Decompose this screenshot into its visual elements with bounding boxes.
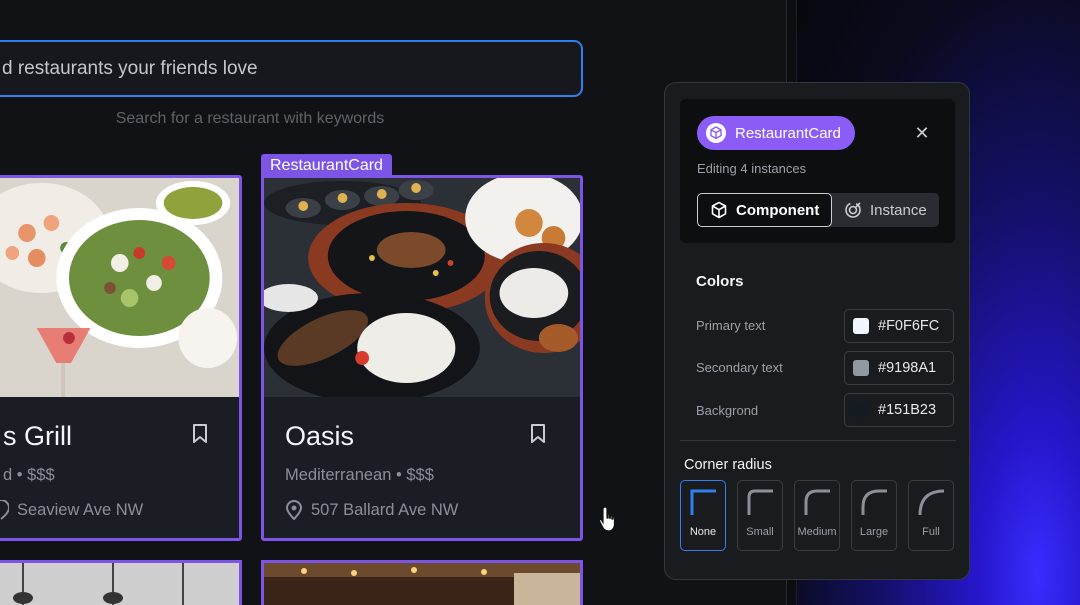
restaurant-card[interactable] [261,560,583,605]
bookmark-icon[interactable] [192,424,208,444]
segment-component[interactable]: Component [697,193,832,227]
radius-option-label: Medium [797,526,837,538]
editing-instances-text: Editing 4 instances [697,161,807,176]
card-subtitle: Mediterranean • $$$ [285,466,434,484]
radius-option-medium[interactable]: Medium [794,480,840,551]
card-subtitle: d • $$$ [3,466,55,484]
color-value: #9198A1 [878,360,937,376]
card-title: Oasis [285,421,355,451]
segment-component-label: Component [736,201,820,219]
primary-text-color-field[interactable]: #F0F6FC [844,309,954,343]
segment-instance[interactable]: Instance [832,193,939,227]
colors-section-title: Colors [696,273,744,290]
segment-instance-label: Instance [870,201,927,219]
color-swatch [853,360,869,376]
radius-full-icon [918,489,945,516]
restaurant-card[interactable]: s Grill d • $$$ Seaview Ave NW [0,175,242,541]
color-label-secondary: Secondary text [696,360,783,375]
radius-option-full[interactable]: Full [908,480,954,551]
color-label-background: Backgrond [696,403,759,418]
restaurant-photo [264,563,580,605]
radius-medium-icon [804,489,830,515]
radius-small-icon [747,489,773,515]
radius-option-label: Small [746,526,774,538]
card-title: s Grill [3,421,72,451]
close-icon[interactable]: ✕ [913,124,931,142]
panel-header: RestaurantCard ✕ Editing 4 instances Com… [680,99,955,243]
background-color-field[interactable]: #151B23 [844,393,954,427]
color-swatch [853,318,869,334]
card-address-row: Seaview Ave NW [0,500,143,520]
radius-option-small[interactable]: Small [737,480,783,551]
component-cube-icon [706,123,726,143]
bookmark-icon[interactable] [530,424,546,444]
color-label-primary: Primary text [696,318,766,333]
component-cube-icon [711,201,727,219]
restaurant-photo [264,178,580,397]
restaurant-photo [0,178,239,397]
color-value: #151B23 [878,402,937,418]
radius-option-label: Full [922,526,940,538]
location-pin-icon [0,500,9,520]
radius-option-large[interactable]: Large [851,480,897,551]
corner-radius-options: None Small Medium Large Full [680,480,956,552]
search-input[interactable]: d restaurants your friends love [0,40,583,97]
radius-option-none[interactable]: None [680,480,726,551]
radius-option-label: None [689,526,717,538]
radius-none-icon [690,489,716,515]
component-name: RestaurantCard [735,124,841,142]
secondary-text-color-field[interactable]: #9198A1 [844,351,954,385]
location-pin-icon [285,500,303,520]
color-value: #F0F6FC [878,318,940,334]
instance-target-icon [845,202,861,218]
color-swatch [853,402,869,418]
search-input-value: d restaurants your friends love [2,57,258,79]
section-divider [680,440,956,441]
hand-cursor-icon [598,506,616,532]
restaurant-card[interactable]: Oasis Mediterranean • $$$ 507 Ballard Av… [261,175,583,541]
card-address: 507 Ballard Ave NW [311,500,459,519]
component-instance-toggle: Component Instance [697,193,939,227]
corner-radius-title: Corner radius [684,457,772,473]
search-hint: Search for a restaurant with keywords [115,110,385,127]
restaurant-card[interactable] [0,560,242,605]
card-address-row: 507 Ballard Ave NW [285,500,458,520]
radius-option-label: Large [859,526,889,538]
restaurant-photo [0,563,239,605]
component-name-pill[interactable]: RestaurantCard [697,116,855,150]
radius-large-icon [861,489,887,515]
properties-panel: RestaurantCard ✕ Editing 4 instances Com… [664,82,970,580]
card-address: Seaview Ave NW [17,500,144,519]
